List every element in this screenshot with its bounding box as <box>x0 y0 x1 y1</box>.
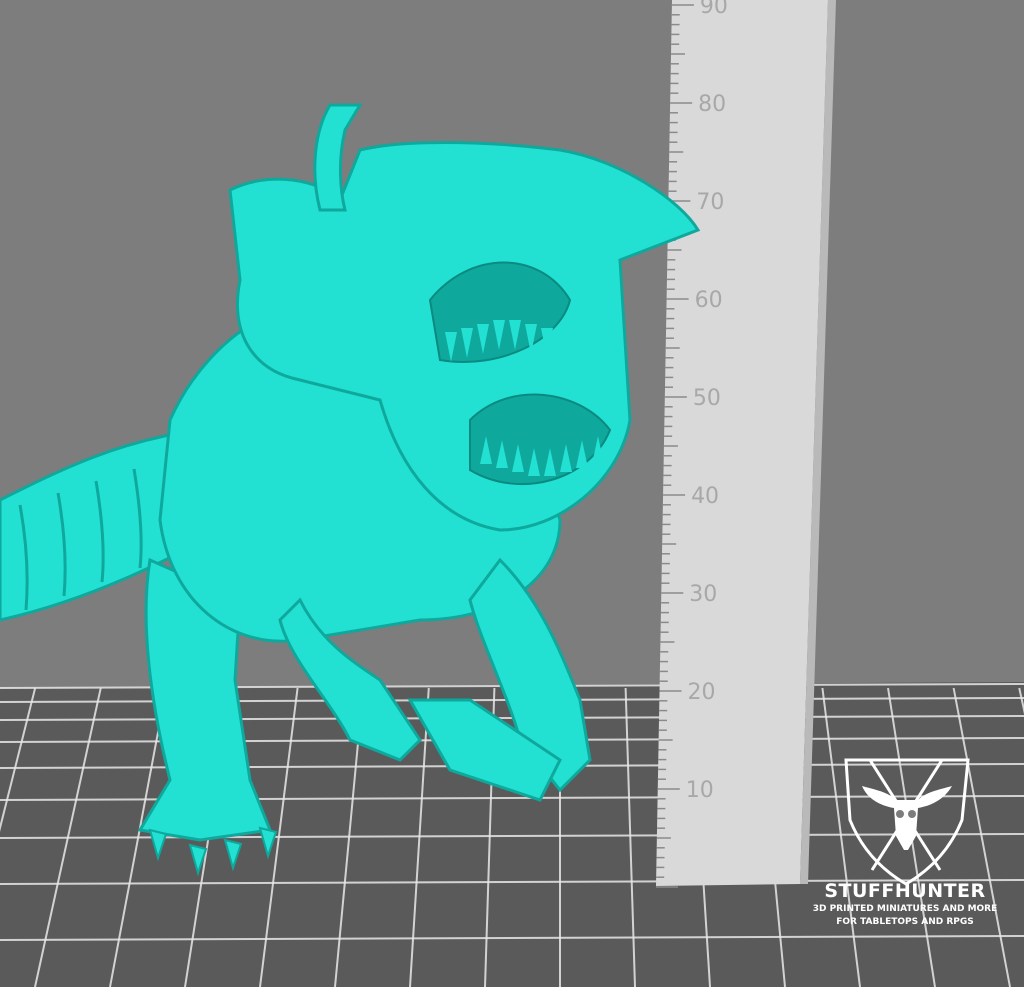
ruler-label: 90 <box>700 0 728 19</box>
ruler-label: 70 <box>696 190 724 215</box>
ruler-label: 60 <box>695 288 723 313</box>
brand-tagline-1: 3D PRINTED MINIATURES AND MORE <box>812 904 998 914</box>
skull-eye <box>908 810 916 818</box>
brand-tagline-2: FOR TABLETOPS AND RPGS <box>836 917 974 927</box>
ruler-label: 40 <box>691 484 719 509</box>
ruler-body <box>656 0 828 886</box>
ruler-label: 30 <box>689 582 717 607</box>
ruler-label: 20 <box>688 680 716 705</box>
ruler-label: 10 <box>686 778 714 803</box>
brand-name: STUFFHUNTER <box>824 880 986 902</box>
ruler-label: 80 <box>698 92 726 117</box>
height-ruler: 10 20 30 40 50 60 70 80 90 <box>656 0 836 888</box>
skull-eye <box>896 810 904 818</box>
render-scene: 10 20 30 40 50 60 70 80 90 <box>0 0 1024 987</box>
ruler-label: 50 <box>693 386 721 411</box>
brand-watermark: STUFFHUNTER 3D PRINTED MINIATURES AND MO… <box>790 880 1020 928</box>
